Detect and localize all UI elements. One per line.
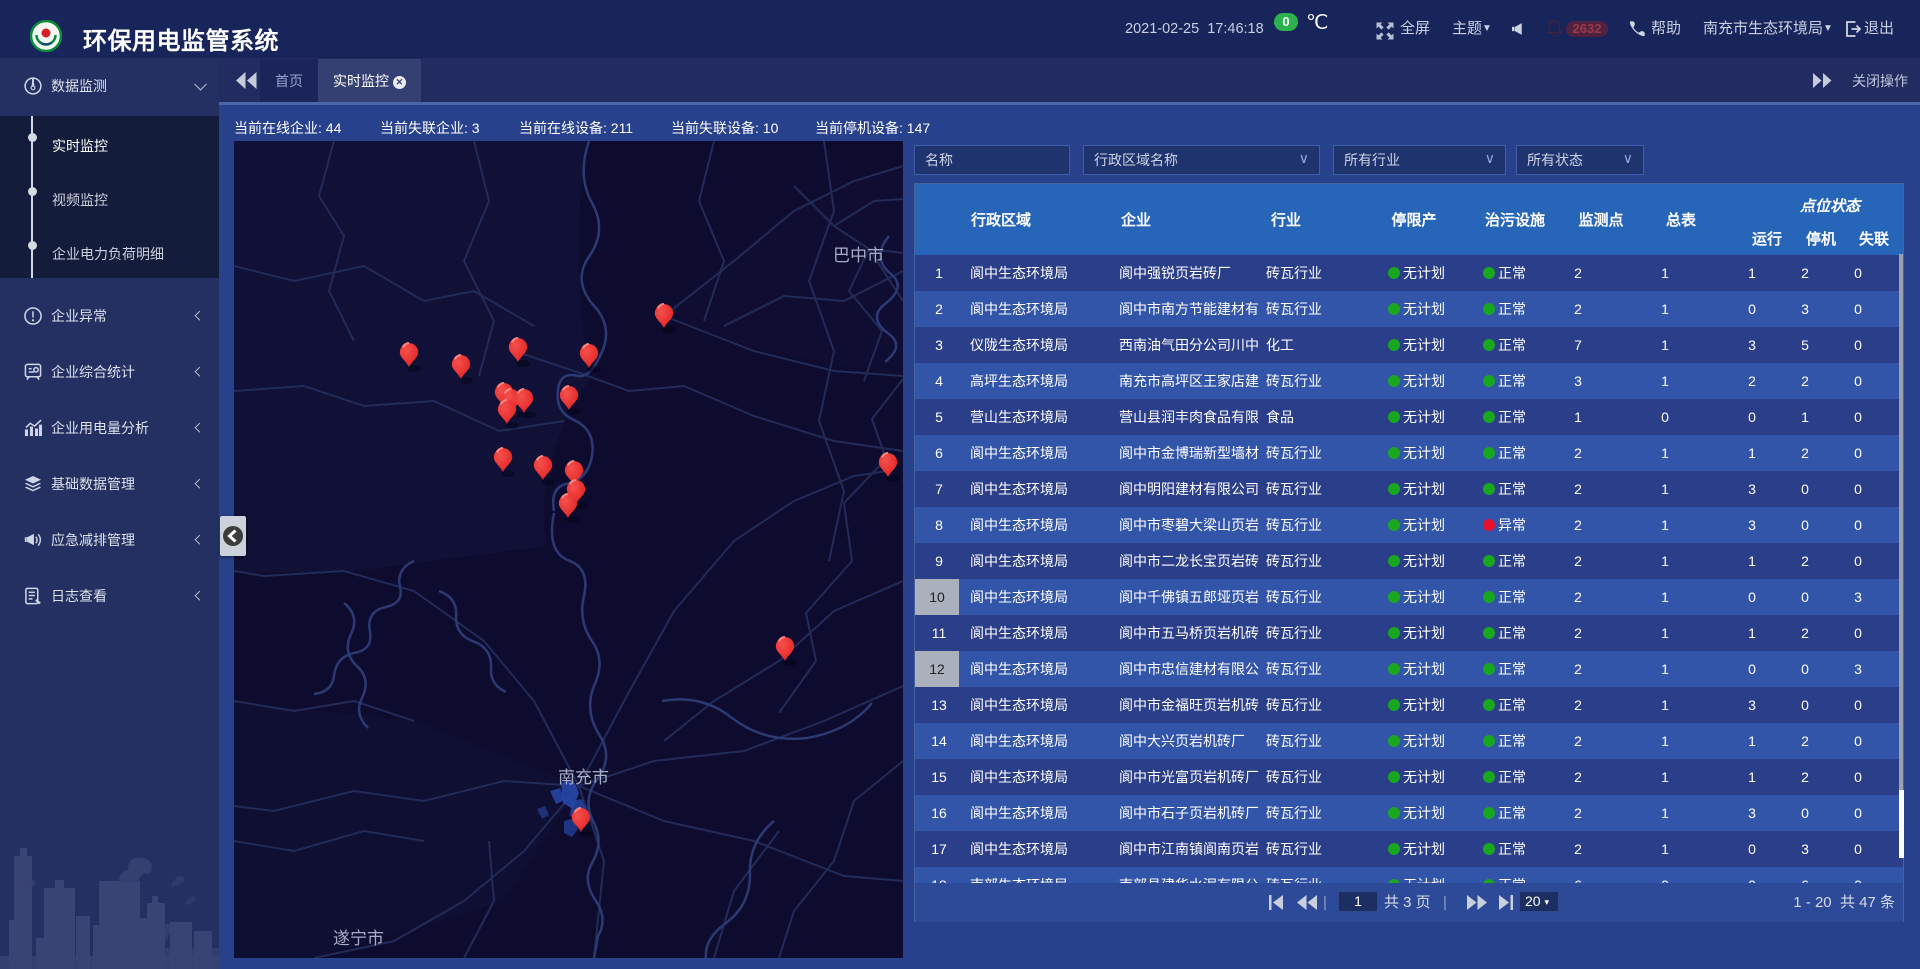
svg-text:巴中市: 巴中市	[833, 246, 884, 265]
svg-text:南充市: 南充市	[558, 768, 609, 787]
svg-text:遂宁市: 遂宁市	[333, 929, 384, 948]
